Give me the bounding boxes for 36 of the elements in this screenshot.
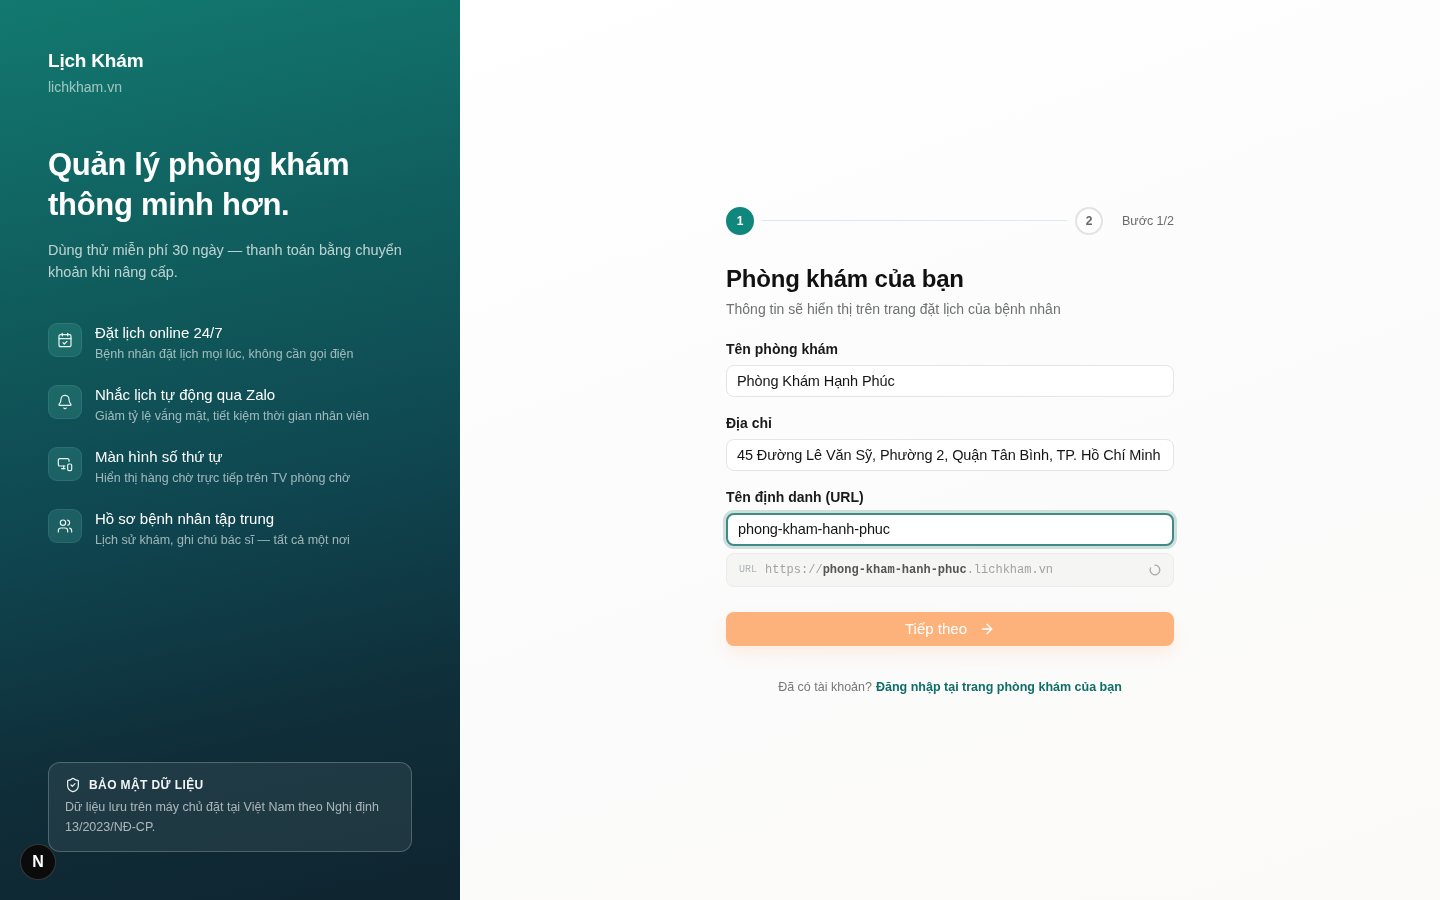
- feature-title: Nhắc lịch tự động qua Zalo: [95, 385, 277, 405]
- brand-domain: lichkham.vn: [48, 78, 123, 97]
- shield-check-icon: [65, 777, 81, 793]
- calendar-check-icon: [48, 323, 82, 357]
- text-input[interactable]: 45 Đường Lê Văn Sỹ, Phường 2, Quận Tân Bình, TP. Hồ Chí Minh: [726, 438, 1174, 471]
- hero-description: Dùng thử miễn phí 30 ngày — thanh toán bằng chuyển khoản khi nâng cấp.: [48, 241, 403, 282]
- form-title: Phòng khám của bạn: [726, 263, 965, 294]
- field-label: Địa chỉ: [726, 413, 773, 433]
- monitor-phone-icon: [48, 447, 82, 481]
- step-indicator: 2: [1075, 206, 1103, 235]
- feature-description: Bệnh nhân đặt lịch mọi lúc, không cần gọi điện: [95, 346, 354, 363]
- security-title: BẢO MẬT DỮ LIỆU: [89, 777, 204, 793]
- feature-title: Đặt lịch online 24/7: [95, 323, 224, 343]
- security-text: Dữ liệu lưu trên máy chủ đặt tại Việt Nam theo Nghị định 13/2023/NĐ-CP.: [65, 799, 380, 836]
- login-link[interactable]: Đăng nhập tại trang phòng khám của bạn: [875, 679, 1122, 694]
- form-subtitle: Thông tin sẽ hiển thị trên trang đặt lịch của bệnh nhân: [726, 299, 1062, 319]
- feature-description: Lịch sử khám, ghi chú bác sĩ — tất cả một nơi: [95, 532, 350, 549]
- step-indicator: 1: [726, 206, 754, 235]
- headline: Quản lý phòng khám thông minh hơn.: [48, 146, 351, 224]
- step-count-label: Bước 1/2: [1122, 212, 1174, 229]
- spinner-icon: [1149, 563, 1161, 576]
- field-label: Tên định danh (URL): [726, 487, 865, 507]
- field-label: Tên phòng khám: [726, 339, 839, 359]
- feature-title: Màn hình số thứ tự: [95, 447, 224, 467]
- dev-tools-badge[interactable]: N: [20, 844, 56, 880]
- feature-description: Giảm tỷ lệ vắng mặt, tiết kiệm thời gian nhân viên: [95, 407, 370, 425]
- brand-name: Lịch Khám: [48, 49, 145, 73]
- users-icon: [48, 509, 82, 543]
- url-preview-text: https://phong-kham-hanh-phuc.lichkham.vn: [765, 562, 1055, 577]
- url-tag: URL: [739, 564, 757, 575]
- text-input[interactable]: Phòng Khám Hạnh Phúc: [726, 364, 1174, 397]
- feature-title: Hồ sơ bệnh nhân tập trung: [95, 509, 276, 529]
- text-input[interactable]: phong-kham-hanh-phuc: [726, 512, 1174, 546]
- bell-icon: [48, 385, 82, 419]
- login-prompt: Đã có tài khoản?: [778, 679, 872, 694]
- feature-description: Hiển thị hàng chờ trực tiếp trên TV phòng chờ: [95, 470, 351, 487]
